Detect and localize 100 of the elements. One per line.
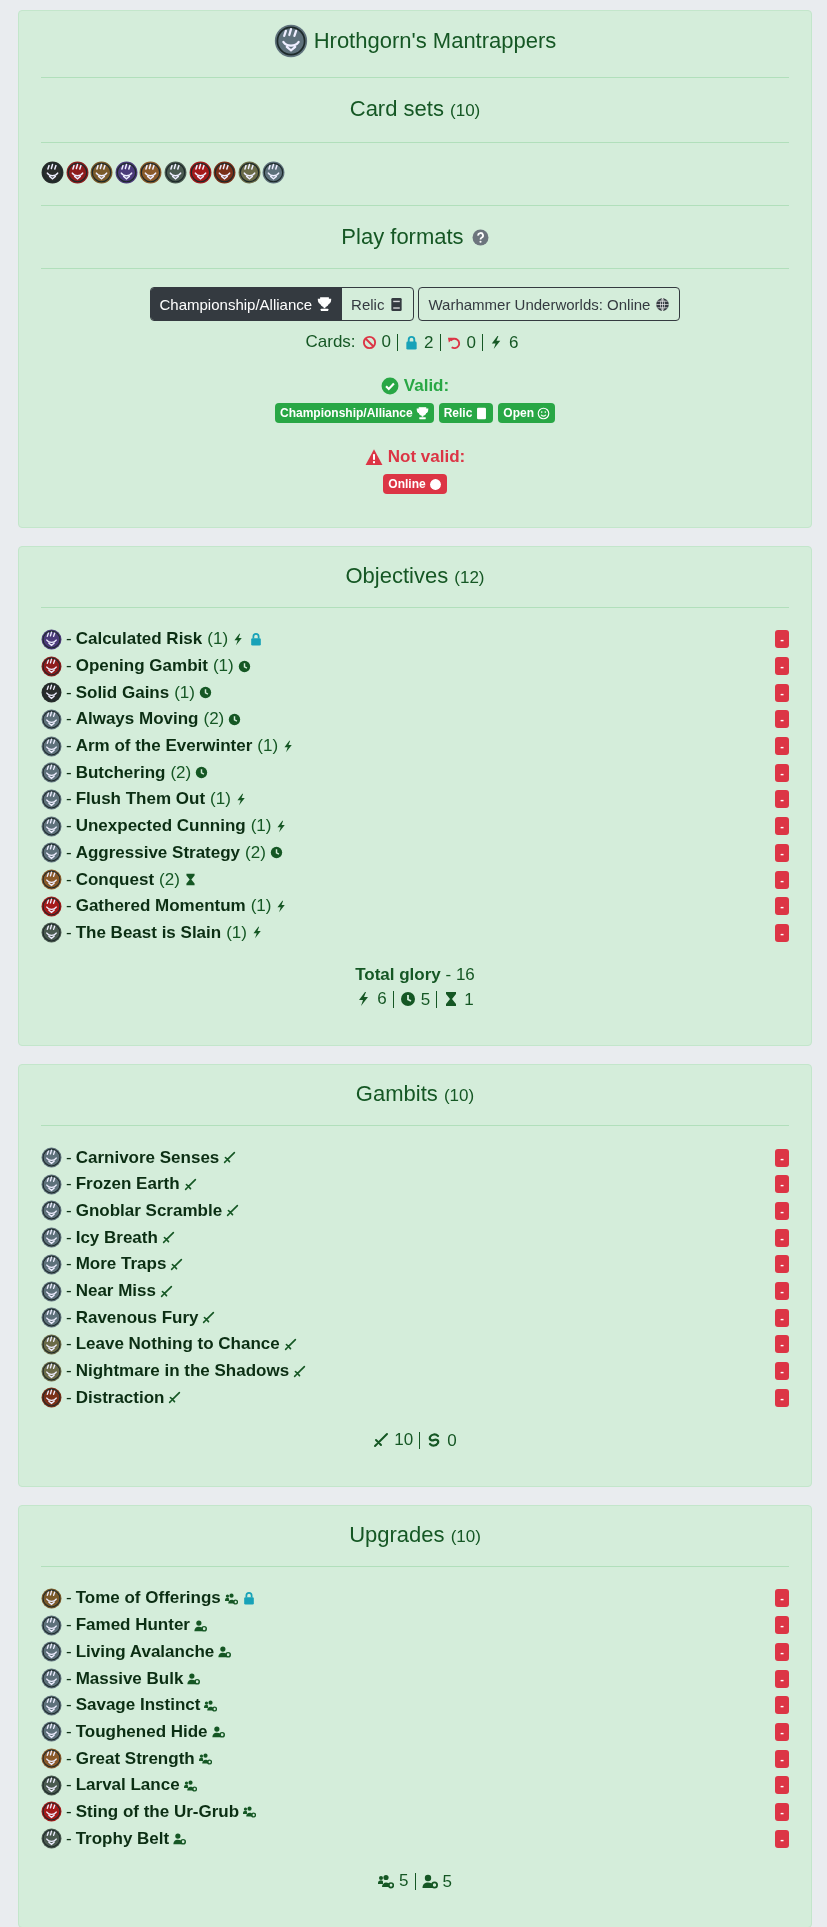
card-count: 6 <box>509 333 519 351</box>
format-toggle-button[interactable]: Warhammer Underworlds: Online <box>419 288 680 320</box>
type-count: 0 <box>447 1431 457 1449</box>
format-toggle-button[interactable]: Relic <box>341 288 414 320</box>
card-name[interactable]: Aggressive Strategy <box>75 842 241 863</box>
glory-value: (1) <box>250 896 272 917</box>
dash: - <box>66 842 72 863</box>
dash: - <box>66 1227 72 1248</box>
card-name[interactable]: Gathered Momentum <box>75 896 246 917</box>
dash: - <box>66 1695 72 1716</box>
dash: - <box>66 922 72 943</box>
card-name[interactable]: Ravenous Fury <box>75 1307 199 1328</box>
card-name[interactable]: Near Miss <box>75 1281 156 1302</box>
dash: - <box>66 1828 72 1849</box>
type-count: 1 <box>464 990 474 1008</box>
card-count: 0 <box>466 333 476 351</box>
card-name[interactable]: Calculated Risk <box>75 629 203 650</box>
type-count: 5 <box>442 1872 452 1890</box>
glory-value: (2) <box>203 709 225 730</box>
glory-value: (2) <box>159 869 180 890</box>
total-glory: Total glory - 16 <box>354 964 476 987</box>
card-name[interactable]: Nightmare in the Shadows <box>75 1361 290 1382</box>
card-name[interactable]: Famed Hunter <box>75 1615 190 1636</box>
dash: - <box>66 762 72 783</box>
dash: - <box>66 1281 72 1302</box>
card-name[interactable]: Gnoblar Scramble <box>75 1200 223 1221</box>
section-heading: Card sets (10) <box>349 95 481 123</box>
type-count: 5 <box>420 990 431 1008</box>
dash: - <box>66 736 72 757</box>
card-name[interactable]: More Traps <box>75 1254 167 1275</box>
section-heading: Play formats <box>341 223 464 251</box>
glory-value: (1) <box>226 922 247 943</box>
card-name[interactable]: Toughened Hide <box>75 1721 208 1742</box>
dash: - <box>66 1748 72 1769</box>
trophy-icon <box>415 406 429 420</box>
card-name[interactable]: Opening Gambit <box>75 656 208 677</box>
dash: - <box>66 682 72 703</box>
dash: - <box>66 1361 72 1382</box>
cards-label: Cards: <box>305 331 356 353</box>
trophy-icon <box>317 296 333 312</box>
type-count: 5 <box>399 1870 409 1892</box>
dash: - <box>66 1721 72 1742</box>
dash: - <box>66 1334 72 1355</box>
dash: - <box>66 1641 72 1662</box>
format-badge: Relic <box>438 403 494 423</box>
card-name[interactable]: Carnivore Senses <box>75 1147 220 1168</box>
format-badge: Online <box>383 474 447 494</box>
card-name[interactable]: Great Strength <box>75 1748 195 1769</box>
card-count: 2 <box>424 333 434 351</box>
glory-value: (2) <box>170 762 192 783</box>
glory-value: (1) <box>250 816 272 837</box>
card-name[interactable]: Unexpected Cunning <box>75 816 246 837</box>
format-badge: Open <box>498 403 555 423</box>
dash: - <box>66 896 72 917</box>
glory-value: (1) <box>210 789 231 810</box>
validity-heading: Valid: <box>403 375 450 397</box>
dash: - <box>66 1147 72 1168</box>
dash: - <box>66 656 72 677</box>
book-icon <box>389 296 405 312</box>
card-name[interactable]: Butchering <box>75 762 166 783</box>
card-name[interactable]: Tome of Offerings <box>75 1588 221 1609</box>
card-name[interactable]: Icy Breath <box>75 1227 158 1248</box>
dash: - <box>66 1387 72 1408</box>
section-heading: Gambits (10) <box>355 1080 475 1109</box>
card-count: 0 <box>381 331 392 353</box>
card-name[interactable]: Distraction <box>75 1387 165 1408</box>
card-name[interactable]: The Beast is Slain <box>75 922 222 943</box>
help-icon[interactable] <box>471 228 489 246</box>
team-title: Hrothgorn's Mantrappers <box>313 27 557 55</box>
card-name[interactable]: Savage Instinct <box>75 1695 201 1716</box>
smile-icon <box>537 406 550 420</box>
glory-value: (1) <box>257 736 279 757</box>
glory-value: (1) <box>212 656 234 677</box>
glory-value: (1) <box>207 629 229 650</box>
dash: - <box>66 1615 72 1636</box>
dash: - <box>66 1801 72 1822</box>
card-name[interactable]: Larval Lance <box>75 1775 180 1796</box>
book-icon <box>475 406 489 420</box>
card-name[interactable]: Solid Gains <box>75 682 170 703</box>
card-name[interactable]: Sting of the Ur-Grub <box>75 1801 240 1822</box>
card-name[interactable]: Always Moving <box>75 709 199 730</box>
dash: - <box>66 1174 72 1195</box>
card-name[interactable]: Conquest <box>75 869 155 890</box>
format-toggle-button[interactable]: Championship/Alliance <box>150 288 342 320</box>
card-name[interactable]: Living Avalanche <box>75 1641 215 1662</box>
card-name[interactable]: Leave Nothing to Chance <box>75 1334 280 1355</box>
dash: - <box>66 1254 72 1275</box>
dash: - <box>66 1200 72 1221</box>
dash: - <box>66 709 72 730</box>
dash: - <box>66 1588 72 1609</box>
card-name[interactable]: Trophy Belt <box>75 1828 170 1849</box>
card-name[interactable]: Flush Them Out <box>75 789 206 810</box>
dash: - <box>66 789 72 810</box>
card-name[interactable]: Massive Bulk <box>75 1668 184 1689</box>
type-count: 10 <box>394 1429 414 1452</box>
glory-value: (2) <box>245 842 266 863</box>
format-badge: Championship/Alliance <box>274 403 434 423</box>
card-name[interactable]: Arm of the Everwinter <box>75 736 253 757</box>
type-count: 6 <box>377 988 387 1011</box>
card-name[interactable]: Frozen Earth <box>75 1174 180 1195</box>
